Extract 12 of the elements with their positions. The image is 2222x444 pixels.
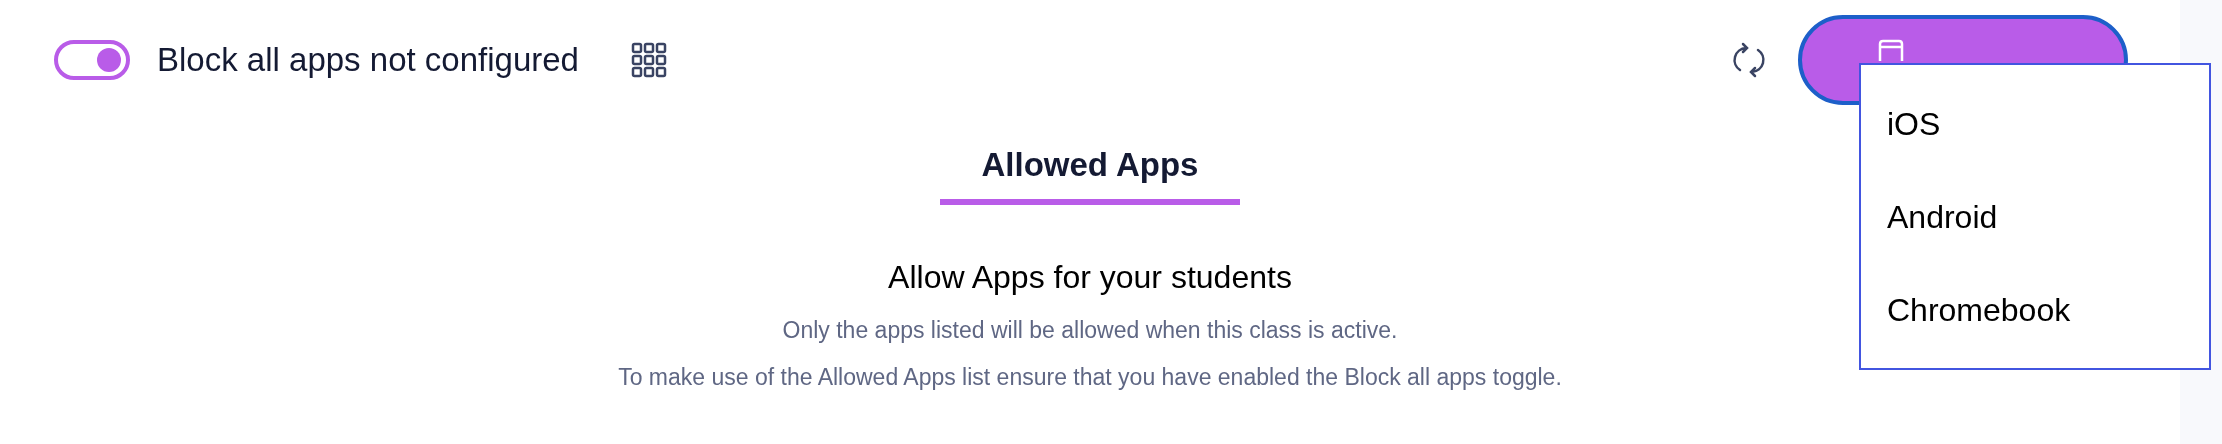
empty-state-title: Allow Apps for your students (888, 258, 1292, 297)
toggle-label: Block all apps not configured (157, 40, 579, 81)
menu-item[interactable]: Android (1861, 192, 2209, 241)
empty-state-text: Only the apps listed will be allowed when this class is active. (782, 316, 1398, 345)
phone-icon (1878, 39, 1904, 61)
toggle-switch[interactable] (54, 40, 130, 80)
menu-item[interactable]: Chromebook (1861, 285, 2209, 334)
tab[interactable]: Allowed Apps (940, 120, 1240, 205)
menu-item[interactable]: iOS (1861, 99, 2209, 148)
grid-icon[interactable] (630, 42, 667, 78)
refresh-icon[interactable] (1732, 40, 1766, 80)
empty-state-text: To make use of the Allowed Apps list ensure that you have enabled the Block all apps toggle. (618, 362, 1562, 392)
